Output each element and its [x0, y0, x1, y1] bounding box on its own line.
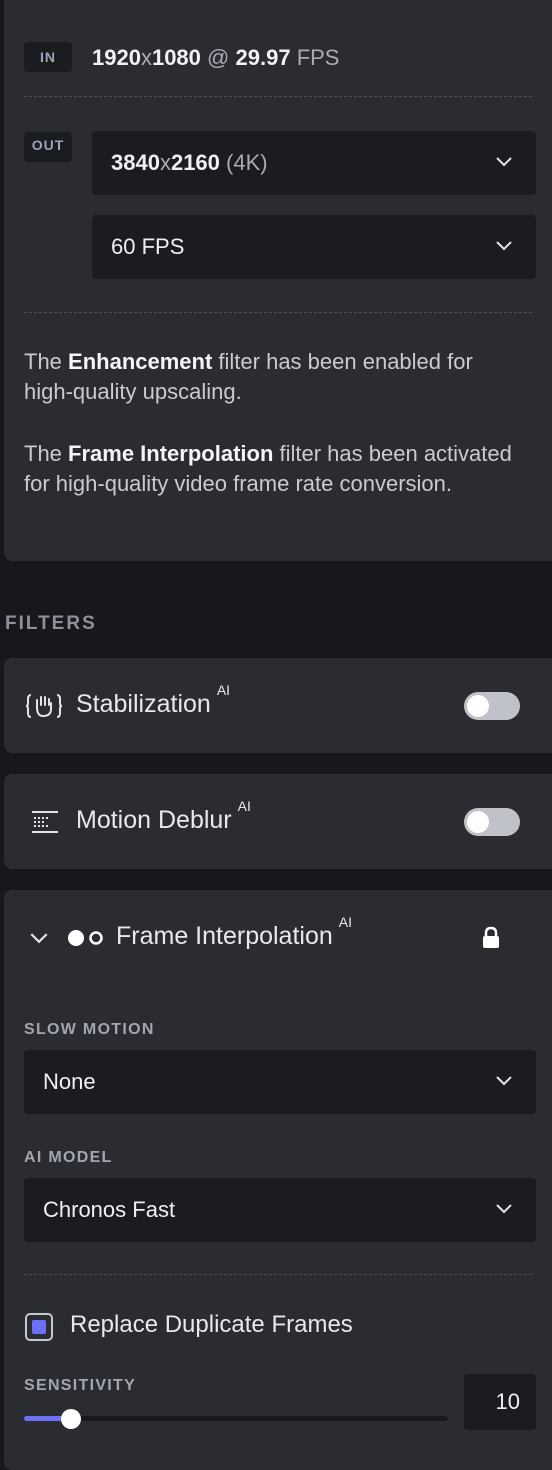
slow-motion-value: None: [43, 1069, 96, 1094]
ai-badge: AI: [216, 682, 231, 698]
interpolation-info: The Frame Interpolation filter has been …: [24, 439, 514, 499]
sensitivity-input[interactable]: 10: [464, 1374, 536, 1430]
enhancement-info: The Enhancement filter has been enabled …: [24, 347, 514, 407]
chevron-down-icon: [496, 1204, 512, 1214]
chevron-down-icon: [496, 1076, 512, 1086]
input-x: x: [140, 45, 152, 70]
motion-deblur-icon: [32, 811, 58, 833]
input-output-panel: IN 1920x1080 @ 29.97 FPS OUT 3840x2160 (…: [4, 0, 552, 561]
input-at: @: [207, 45, 230, 70]
info-bold: Frame Interpolation: [68, 441, 274, 466]
filter-name: Motion Deblur: [76, 806, 232, 834]
slow-motion-label: SLOW MOTION: [24, 1021, 155, 1038]
info-text: The: [24, 349, 69, 374]
divider: [24, 1274, 532, 1275]
slow-motion-select[interactable]: None: [24, 1050, 536, 1114]
filter-motion-deblur[interactable]: Motion Deblur AI: [4, 774, 552, 869]
divider: [24, 96, 532, 97]
stabilization-toggle[interactable]: [464, 692, 520, 720]
replace-duplicates-label[interactable]: Replace Duplicate Frames: [70, 1311, 353, 1339]
filters-heading: FILTERS: [5, 613, 97, 634]
filter-name: Stabilization: [76, 690, 211, 718]
info-text: The: [24, 441, 69, 466]
toggle-knob: [467, 811, 489, 833]
divider: [24, 312, 532, 313]
replace-duplicates-checkbox[interactable]: [25, 1313, 53, 1341]
ai-badge: AI: [237, 798, 251, 814]
frame-interpolation-icon: [68, 930, 103, 946]
sensitivity-label: SENSITIVITY: [24, 1377, 137, 1394]
output-resolution-select[interactable]: 3840x2160 (4K): [92, 131, 536, 195]
input-fps-unit: FPS: [296, 45, 340, 70]
input-fps-value: 29.97: [235, 45, 291, 70]
filter-label: Stabilization AI: [76, 682, 230, 719]
ai-model-value: Chronos Fast: [43, 1197, 176, 1222]
filter-frame-interpolation: Frame Interpolation AI SLOW MOTION None A…: [4, 890, 552, 1470]
toggle-knob: [467, 695, 489, 717]
input-resolution: 1920x1080 @ 29.97 FPS: [92, 45, 339, 71]
output-tag: OUT: [24, 132, 72, 162]
ai-badge: AI: [338, 914, 353, 930]
chevron-down-icon: [496, 157, 512, 167]
filter-stabilization[interactable]: Stabilization AI: [4, 658, 552, 753]
stabilization-icon: [26, 694, 62, 718]
slider-handle[interactable]: [60, 1409, 81, 1429]
output-height: 2160: [170, 150, 220, 175]
motion-deblur-toggle[interactable]: [464, 808, 520, 836]
ai-model-select[interactable]: Chronos Fast: [24, 1178, 536, 1242]
filter-label: Motion Deblur AI: [76, 798, 251, 835]
output-x: x: [159, 150, 171, 175]
input-height: 1080: [151, 45, 201, 70]
input-width: 1920: [92, 45, 141, 70]
filter-label: Frame Interpolation AI: [116, 914, 352, 951]
output-resolution-value: 3840x2160 (4K): [111, 150, 268, 176]
chevron-down-icon: [496, 241, 512, 251]
output-resolution-suffix: (4K): [226, 150, 268, 175]
output-fps-value: 60 FPS: [111, 234, 185, 259]
filter-name: Frame Interpolation: [116, 922, 333, 950]
chevron-down-icon[interactable]: [30, 933, 48, 944]
output-width: 3840: [111, 150, 160, 175]
ai-model-label: AI MODEL: [24, 1149, 113, 1166]
output-fps-select[interactable]: 60 FPS: [92, 215, 536, 279]
sensitivity-slider[interactable]: [24, 1409, 448, 1429]
checkbox-fill: [32, 1320, 46, 1334]
lock-icon: [483, 926, 499, 948]
info-bold: Enhancement: [68, 349, 213, 374]
input-tag: IN: [24, 42, 72, 72]
